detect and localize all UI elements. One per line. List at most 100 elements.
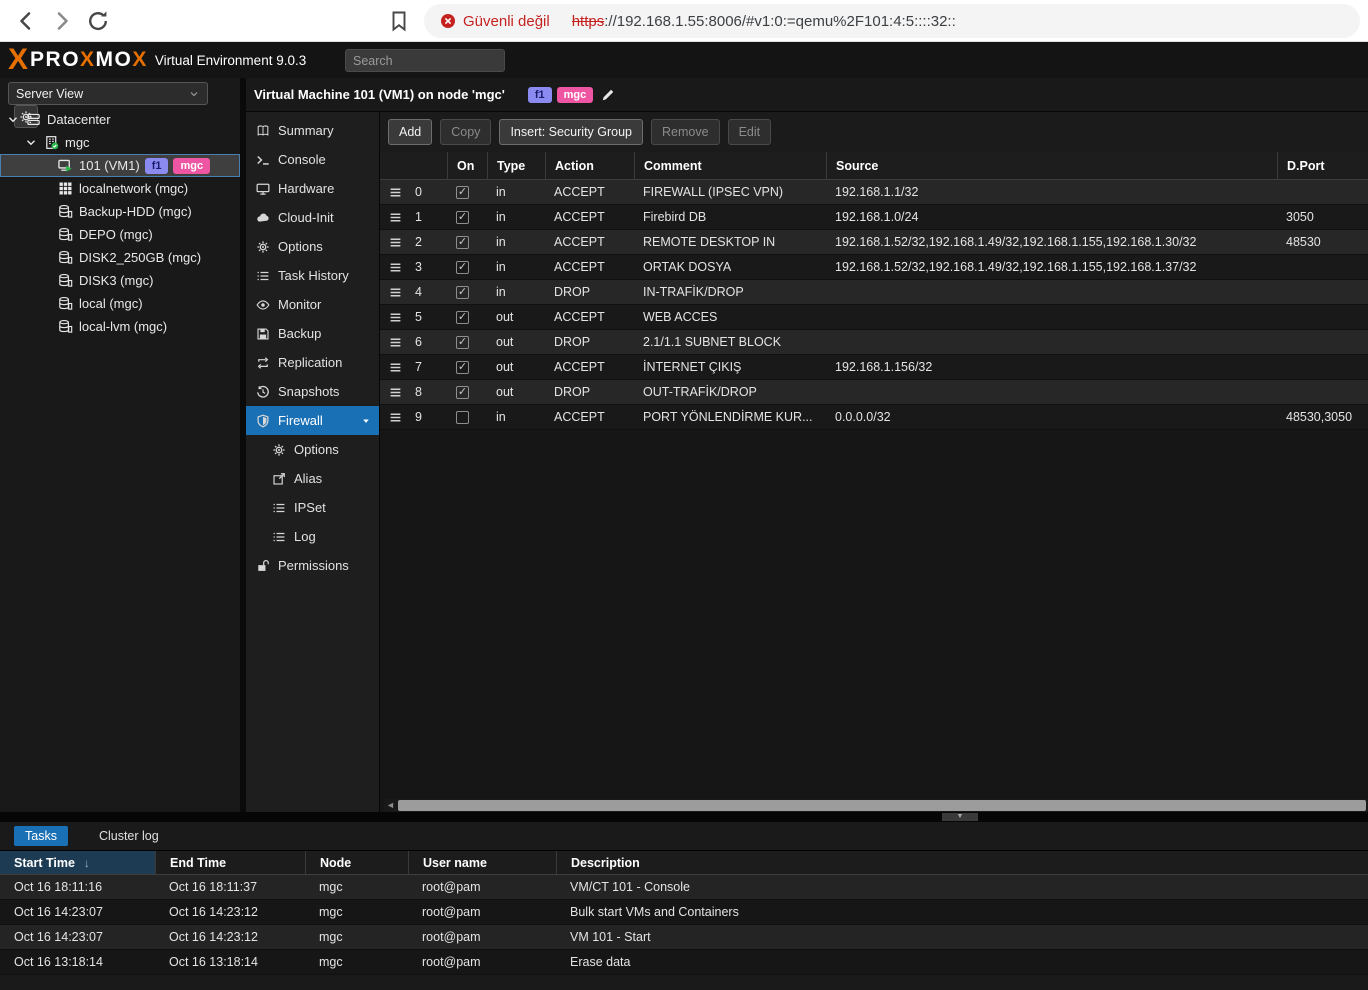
rule-enabled-checkbox[interactable]: ✓ [456,211,469,224]
menu-item-permissions[interactable]: Permissions [246,551,379,580]
task-row[interactable]: Oct 16 14:23:07Oct 16 14:23:12mgcroot@pa… [0,925,1368,950]
rules-header-on[interactable]: On [447,152,487,179]
rule-enabled-checkbox[interactable]: ✓ [456,186,469,199]
rule-enabled-checkbox[interactable]: ✓ [456,361,469,374]
add-button[interactable]: Add [388,119,432,145]
insert-security-group-button[interactable]: Insert: Security Group [499,119,643,145]
chevron-down-icon [6,112,20,127]
splitter-collapse-handle[interactable]: ▼ [942,813,978,821]
url-text[interactable]: https://192.168.1.55:8006/#v1:0:=qemu%2F… [572,13,956,30]
tasks-header-description[interactable]: Description [556,851,1368,874]
task-row[interactable]: Oct 16 14:23:07Oct 16 14:23:12mgcroot@pa… [0,900,1368,925]
tab-tasks[interactable]: Tasks [14,826,68,846]
scrollbar-thumb[interactable] [398,800,1366,811]
rule-position: 9 [415,410,422,424]
rule-comment: FIREWALL (IPSEC VPN) [634,180,826,204]
tree-item-datacenter[interactable]: Datacenter [0,108,240,131]
rule-dport [1277,355,1368,379]
menu-item-backup[interactable]: Backup [246,319,379,348]
tasks-header-user-name[interactable]: User name [408,851,556,874]
rule-position-cell: 0 [380,180,447,204]
rule-enabled-checkbox[interactable]: ✓ [456,236,469,249]
remove-button[interactable]: Remove [651,119,720,145]
tree-item-mgc[interactable]: mgc [0,131,240,154]
rule-row[interactable]: 1✓inACCEPTFirebird DB192.168.1.0/243050 [380,205,1368,230]
menu-item-firewall-ipset[interactable]: IPSet [246,493,379,522]
back-icon[interactable] [14,9,38,33]
rules-header-d-port[interactable]: D.Port [1277,152,1368,179]
menu-item-monitor[interactable]: Monitor [246,290,379,319]
history-icon [256,385,270,399]
rules-header-handle[interactable] [380,152,447,179]
menu-item-firewall-alias[interactable]: Alias [246,464,379,493]
menu-item-firewall-log[interactable]: Log [246,522,379,551]
edit-tags-pencil-icon[interactable] [601,88,615,102]
menu-item-firewall[interactable]: Firewall [246,406,379,435]
search-input[interactable] [345,49,505,72]
task-row[interactable]: Oct 16 18:11:16Oct 16 18:11:37mgcroot@pa… [0,875,1368,900]
menu-item-hardware[interactable]: Hardware [246,174,379,203]
tree-item-local-lvm-mgc[interactable]: local-lvm (mgc) [0,315,240,338]
view-selector[interactable]: Server View [8,82,208,105]
task-row[interactable]: Oct 16 13:18:14Oct 16 13:18:14mgcroot@pa… [0,950,1368,975]
tree-item-101-vm1[interactable]: 101 (VM1)f1mgc [0,154,240,177]
logo-letter: X [80,48,96,71]
menu-item-task-history[interactable]: Task History [246,261,379,290]
rule-row[interactable]: 8✓outDROPOUT-TRAFİK/DROP [380,380,1368,405]
tree-item-disk3-mgc[interactable]: DISK3 (mgc) [0,269,240,292]
rule-enabled-checkbox[interactable]: ✓ [456,336,469,349]
tasks-header-node[interactable]: Node [305,851,408,874]
menu-item-cloud-init[interactable]: Cloud-Init [246,203,379,232]
menu-item-firewall-options[interactable]: Options [246,435,379,464]
rule-row[interactable]: 2✓inACCEPTREMOTE DESKTOP IN192.168.1.52/… [380,230,1368,255]
copy-button[interactable]: Copy [440,119,491,145]
rule-enabled-checkbox[interactable]: ✓ [456,261,469,274]
rule-enabled-checkbox[interactable]: ✓ [456,286,469,299]
rule-position: 1 [415,210,422,224]
storage-icon [58,273,73,288]
task-user: root@pam [408,925,556,949]
tasks-header-end-time[interactable]: End Time [155,851,305,874]
tree-item-disk2-250gb-mgc[interactable]: DISK2_250GB (mgc) [0,246,240,269]
menu-item-replication[interactable]: Replication [246,348,379,377]
scroll-left-button[interactable]: ◄ [384,799,397,812]
rules-header-comment[interactable]: Comment [634,152,826,179]
tasks-header-start-time[interactable]: Start Time↓ [0,851,155,874]
rule-enabled-checkbox[interactable]: ✓ [456,311,469,324]
rule-row[interactable]: 5✓outACCEPTWEB ACCES [380,305,1368,330]
rules-header-type[interactable]: Type [487,152,545,179]
rule-on-cell: ✓ [447,255,487,279]
panel-splitter[interactable]: ▼ [0,812,1368,822]
storage-icon [58,296,73,311]
rules-header-source[interactable]: Source [826,152,1277,179]
edit-button[interactable]: Edit [728,119,772,145]
bookmark-icon[interactable] [388,10,410,32]
rule-enabled-checkbox[interactable] [456,411,469,424]
menu-item-summary[interactable]: Summary [246,116,379,145]
rule-enabled-checkbox[interactable]: ✓ [456,386,469,399]
tree-item-backup-hdd-mgc[interactable]: Backup-HDD (mgc) [0,200,240,223]
tab-cluster-log[interactable]: Cluster log [88,826,170,846]
rules-header-action[interactable]: Action [545,152,634,179]
address-bar[interactable]: Güvenli değil https://192.168.1.55:8006/… [424,4,1360,38]
not-secure-icon [440,13,456,29]
tree-item-depo-mgc[interactable]: DEPO (mgc) [0,223,240,246]
tree-item-localnetwork-mgc[interactable]: localnetwork (mgc) [0,177,240,200]
rule-row[interactable]: 6✓outDROP2.1/1.1 SUBNET BLOCK [380,330,1368,355]
rule-row[interactable]: 4✓inDROPIN-TRAFİK/DROP [380,280,1368,305]
security-warning[interactable]: Güvenli değil [463,13,550,30]
reload-icon[interactable] [86,9,110,33]
tree-item-label: 101 (VM1) [79,158,140,173]
rule-row[interactable]: 9inACCEPTPORT YÖNLENDİRME KUR...0.0.0.0/… [380,405,1368,430]
menu-item-snapshots[interactable]: Snapshots [246,377,379,406]
tree-item-local-mgc[interactable]: local (mgc) [0,292,240,315]
rule-row[interactable]: 3✓inACCEPTORTAK DOSYA192.168.1.52/32,192… [380,255,1368,280]
menu-item-console[interactable]: Console [246,145,379,174]
rule-row[interactable]: 7✓outACCEPTİNTERNET ÇIKIŞ192.168.1.156/3… [380,355,1368,380]
tasks-header-row: Start Time↓End TimeNodeUser nameDescript… [0,850,1368,875]
task-description: Bulk start VMs and Containers [556,900,1368,924]
menu-item-options[interactable]: Options [246,232,379,261]
rule-row[interactable]: 0✓inACCEPTFIREWALL (IPSEC VPN)192.168.1.… [380,180,1368,205]
rule-type: out [487,380,545,404]
forward-icon[interactable] [50,9,74,33]
